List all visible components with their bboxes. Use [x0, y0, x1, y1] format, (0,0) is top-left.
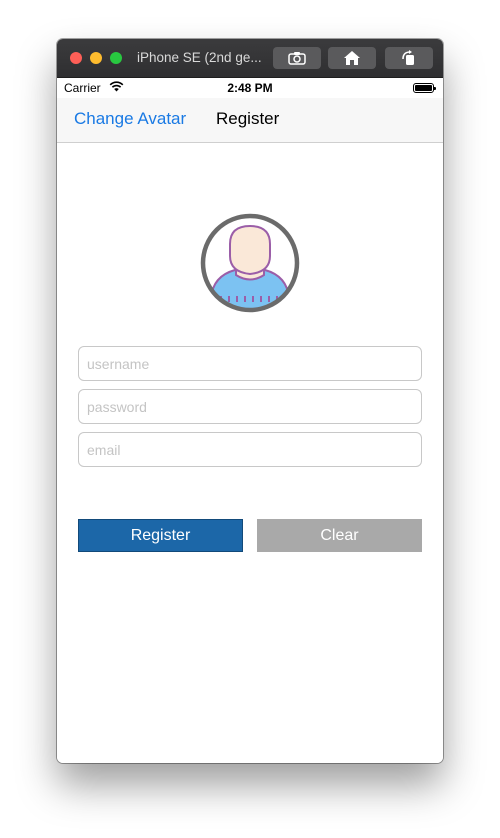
rotate-button[interactable]	[385, 47, 433, 69]
simulator-window: iPhone SE (2nd ge... Carrier 2:48 PM Cha…	[57, 39, 443, 763]
email-field[interactable]	[78, 432, 422, 467]
rotate-icon	[402, 50, 414, 65]
close-window-button[interactable]	[70, 52, 82, 64]
status-time: 2:48 PM	[227, 81, 273, 95]
screenshot-button[interactable]	[273, 47, 321, 69]
minimize-window-button[interactable]	[90, 52, 102, 64]
page-title: Register	[216, 109, 280, 128]
camera-icon	[288, 52, 306, 65]
avatar-person-icon[interactable]	[199, 212, 301, 314]
clear-button[interactable]: Clear	[257, 519, 422, 552]
window-titlebar[interactable]: iPhone SE (2nd ge...	[57, 39, 443, 78]
battery-icon	[413, 83, 436, 93]
password-field[interactable]	[78, 389, 422, 424]
home-button[interactable]	[328, 47, 376, 69]
username-field[interactable]	[78, 346, 422, 381]
change-avatar-button[interactable]: Change Avatar	[74, 109, 186, 129]
maximize-window-button[interactable]	[110, 52, 122, 64]
device-screen: Carrier 2:48 PM Change Avatar Register u…	[57, 78, 443, 763]
window-title: iPhone SE (2nd ge...	[137, 50, 262, 65]
navigation-bar: Change Avatar Register	[57, 98, 443, 143]
status-bar: Carrier 2:48 PM	[57, 78, 443, 98]
register-button[interactable]: Register	[78, 519, 243, 552]
home-icon	[344, 51, 360, 65]
